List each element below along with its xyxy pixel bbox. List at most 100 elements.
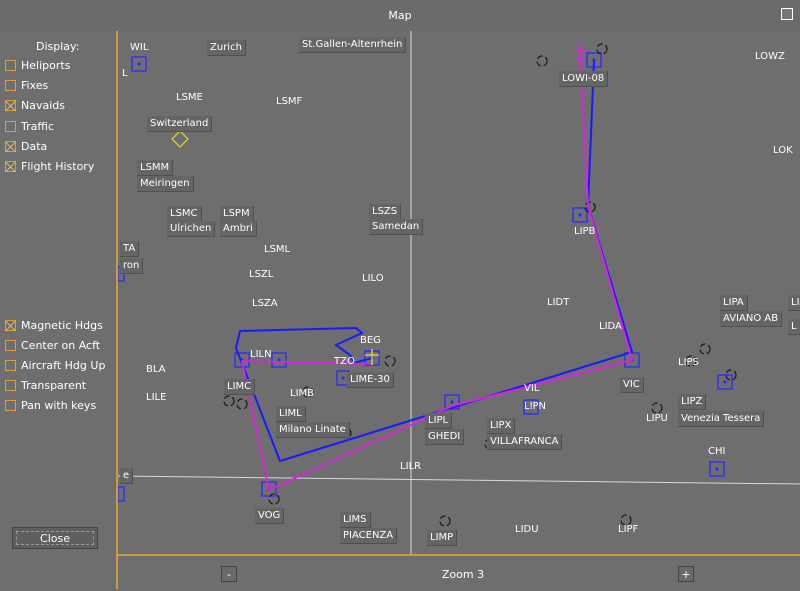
map-label-vog[interactable]: VOG <box>255 508 285 524</box>
map-label-lipa[interactable]: LIPA <box>720 295 748 311</box>
map-label-ta[interactable]: TA <box>120 241 140 257</box>
map-label-lips: LIPS <box>678 357 699 368</box>
map-label-meiringen[interactable]: Meiringen <box>137 176 194 192</box>
map-label-lipx[interactable]: LIPX <box>487 418 516 434</box>
airport-icon <box>596 43 608 55</box>
map-label-lime[interactable]: LIME-30 <box>347 372 394 388</box>
center-on-acft-checkbox[interactable]: Center on Acft <box>5 338 100 352</box>
zoom-out-button[interactable]: - <box>221 566 237 582</box>
airport-icon <box>699 343 711 355</box>
checkbox-box[interactable] <box>5 120 16 132</box>
pan-with-keys-checkbox[interactable]: Pan with keys <box>5 398 96 412</box>
magnetic-hdgs-checkbox[interactable]: Magnetic Hdgs <box>5 318 103 332</box>
map-label-lipl[interactable]: LIPL <box>425 413 453 429</box>
map-label-lims[interactable]: LIMS <box>340 512 371 528</box>
map-label-lilr: LILR <box>400 461 422 472</box>
map-label-li-edge[interactable]: LI <box>788 295 800 311</box>
checkbox-box[interactable] <box>5 140 16 152</box>
map-label-wil: WIL <box>130 42 149 53</box>
aircraft-hdg-up-label: Aircraft Hdg Up <box>21 358 106 372</box>
map-label-e-edge[interactable]: e <box>120 468 134 484</box>
map-label-tessera[interactable]: Venezia Tessera <box>678 411 765 427</box>
heliports-checkbox[interactable]: Heliports <box>5 58 70 72</box>
map-label-lile: LILE <box>146 392 167 403</box>
map-label-lsmc[interactable]: LSMC <box>167 206 202 222</box>
airport-icon <box>536 55 548 67</box>
zoom-level: Zoom 3 <box>441 568 485 581</box>
map-canvas <box>118 31 800 554</box>
zoom-in-button[interactable]: + <box>678 566 694 582</box>
map-label-limc[interactable]: LIMC <box>224 379 256 395</box>
flight-history-path <box>234 60 634 463</box>
map-label-lowz: LOWZ <box>755 51 785 62</box>
map-label-piacenza[interactable]: PIACENZA <box>340 528 398 544</box>
map-label-lida: LIDA <box>599 321 622 332</box>
navaids-checkbox[interactable]: Navaids <box>5 98 65 112</box>
map-label-villafranca[interactable]: VILLAFRANCA <box>487 434 563 450</box>
fixes-label: Fixes <box>21 78 49 92</box>
map-label-zurich[interactable]: Zurich <box>207 40 246 56</box>
data-checkbox[interactable]: Data <box>5 139 47 153</box>
magnetic-hdgs-label: Magnetic Hdgs <box>21 318 103 332</box>
checkbox-box[interactable] <box>5 79 16 91</box>
checkbox-box[interactable] <box>5 319 16 331</box>
map-label-tzo: TZO <box>334 356 355 367</box>
map-label-ambri[interactable]: Ambri <box>220 221 257 237</box>
map-label-lowi[interactable]: LOWI-08 <box>559 71 609 87</box>
map-view[interactable]: WIL L Zurich St.Gallen-Altenrhein LSME L… <box>118 31 800 554</box>
map-label-ulrichen[interactable]: Ulrichen <box>167 221 216 237</box>
map-label-lsml: LSML <box>264 244 291 255</box>
title-bar: Map <box>0 0 800 32</box>
map-label-stgallen[interactable]: St.Gallen-Altenrhein <box>299 37 407 53</box>
map-label-l-edge[interactable]: L <box>788 319 800 335</box>
map-label-lok: LOK <box>773 145 793 156</box>
checkbox-box[interactable] <box>5 160 16 172</box>
heliports-label: Heliports <box>21 58 71 72</box>
airport-icon <box>223 395 235 407</box>
checkbox-box[interactable] <box>5 399 16 411</box>
zoom-bar: - Zoom 3 + <box>118 554 800 591</box>
map-label-lipb: LIPB <box>574 226 596 237</box>
checkbox-box[interactable] <box>5 59 16 71</box>
map-label-lipn: LIPN <box>524 401 547 412</box>
map-label-limp[interactable]: LIMP <box>427 530 458 546</box>
transparent-checkbox[interactable]: Transparent <box>5 378 86 392</box>
map-label-lipu: LIPU <box>646 413 668 424</box>
traffic-checkbox[interactable]: Traffic <box>5 119 54 133</box>
map-label-lspm[interactable]: LSPM <box>220 206 254 222</box>
focus-outline <box>16 531 94 545</box>
map-label-linate[interactable]: Milano Linate <box>276 422 350 438</box>
display-header: Display: <box>36 40 80 53</box>
map-label-lszs[interactable]: LSZS <box>369 204 402 220</box>
traffic-label: Traffic <box>21 119 55 133</box>
aircraft-hdg-up-checkbox[interactable]: Aircraft Hdg Up <box>5 358 105 372</box>
checkbox-box[interactable] <box>5 339 16 351</box>
map-label-lilo: LILO <box>362 273 384 284</box>
checkbox-box[interactable] <box>5 99 16 111</box>
flight-history-label: Flight History <box>21 159 95 173</box>
flight-history-checkbox[interactable]: Flight History <box>5 159 94 173</box>
checkbox-box[interactable] <box>5 359 16 371</box>
close-button[interactable]: Close <box>12 527 98 549</box>
window-close-icon[interactable] <box>781 8 793 20</box>
map-label-ron[interactable]: ron <box>120 258 144 274</box>
map-label-liln: LILN <box>250 349 272 360</box>
map-label-vic[interactable]: VIC <box>620 377 644 393</box>
checkbox-box[interactable] <box>5 379 16 391</box>
map-label-lipz[interactable]: LIPZ <box>678 394 707 410</box>
map-label-ghedi[interactable]: GHEDI <box>425 429 465 445</box>
map-label-limb: LIMB <box>290 388 315 399</box>
fixes-checkbox[interactable]: Fixes <box>5 78 48 92</box>
map-label-lidu: LIDU <box>515 524 539 535</box>
map-label-lsmm[interactable]: LSMM <box>137 160 174 176</box>
switzerland-marker-icon <box>171 130 189 148</box>
map-label-liml[interactable]: LIML <box>276 406 306 422</box>
airport-icon <box>439 515 451 527</box>
map-label-aviano[interactable]: AVIANO AB <box>720 311 783 327</box>
map-label-samedan[interactable]: Samedan <box>369 219 424 235</box>
map-label-switzerland[interactable]: Switzerland <box>147 116 213 132</box>
map-label-beg: BEG <box>360 335 381 346</box>
map-label-lsmf: LSMF <box>276 96 303 107</box>
map-label-lipf: LIPF <box>618 524 639 535</box>
airport-icon <box>236 398 248 410</box>
